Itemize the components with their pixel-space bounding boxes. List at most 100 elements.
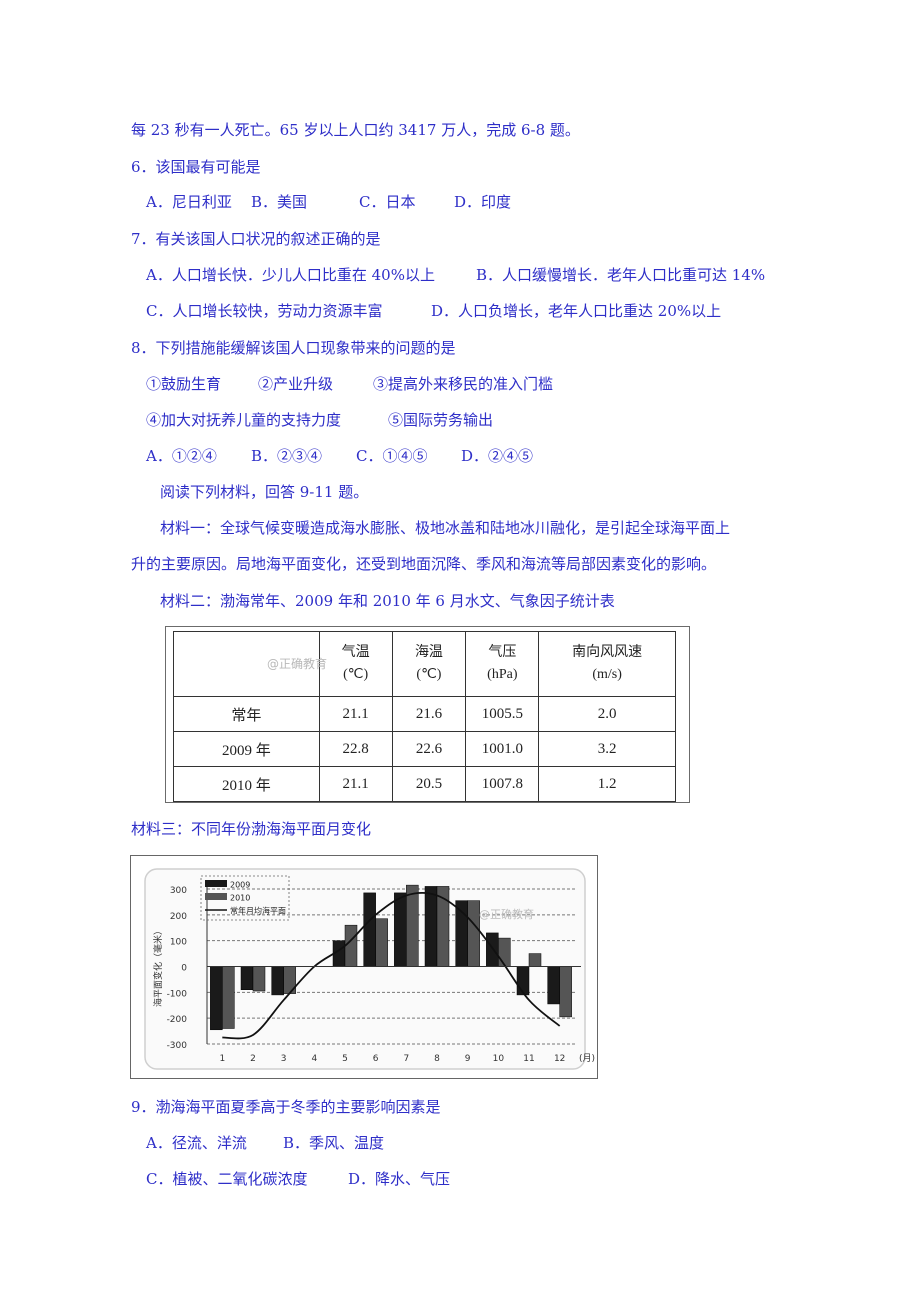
q7-option-a[interactable]: A．人口增长快．少儿人口比重在 40%以上 — [146, 265, 476, 285]
bar-2009 — [486, 932, 499, 967]
table-cell: 1.2 — [538, 766, 676, 802]
measure-1: ①鼓励生育 — [146, 375, 222, 393]
hydro-meteorological-table-frame: 气温 (℃) 海温 (℃) 气压 (hPa) 南向风风速 (m/s) 常年 21.1 2… — [165, 626, 690, 803]
q9-option-b[interactable]: B．季风、温度 — [283, 1133, 384, 1153]
bar-2010 — [498, 937, 511, 967]
chart-watermark: @正确教育 — [479, 907, 534, 921]
bar-2009 — [363, 892, 376, 967]
q7-option-d[interactable]: D．人口负增长，老年人口比重达 20%以上 — [431, 301, 721, 321]
x-tick-label: 12 — [554, 1054, 565, 1064]
table-cell: 21.1 — [318, 696, 393, 732]
q6-option-b[interactable]: B．美国 — [251, 192, 359, 212]
table-cell: 22.6 — [391, 731, 467, 767]
legend-swatch — [205, 880, 227, 887]
table-header-row: 气温 (℃) 海温 (℃) 气压 (hPa) 南向风风速 (m/s) — [173, 631, 676, 697]
q8-option-a[interactable]: A．①②④ — [146, 446, 251, 466]
material-2-title: 材料二：渤海常年、2009 年和 2010 年 6 月水文、气象因子统计表 — [160, 592, 615, 610]
y-tick-label: 300 — [170, 886, 187, 896]
table-cell: 1007.8 — [465, 766, 540, 802]
measure-5: ⑤国际劳务输出 — [388, 411, 494, 429]
question-7-options-row2: C．人口增长较快，劳动力资源丰富 D．人口负增长，老年人口比重达 20%以上 — [146, 301, 721, 321]
q8-option-b[interactable]: B．②③④ — [251, 446, 356, 466]
bar-2010 — [375, 918, 388, 967]
x-tick-label: 2 — [250, 1054, 256, 1064]
q6-option-d[interactable]: D．印度 — [454, 192, 511, 212]
question-6-options: A．尼日利亚 B．美国 C．日本 D．印度 — [146, 192, 511, 212]
sea-level-chart-frame: 300 200 100 0 -100 -200 -300 1 2 3 4 5 6 7 8 9 10 11 12 (月)… — [130, 855, 598, 1079]
bar-2009 — [516, 966, 530, 996]
bar-2009 — [271, 966, 284, 996]
x-tick-label: 7 — [403, 1054, 409, 1064]
table-cell: 22.8 — [318, 731, 393, 767]
q7-option-b[interactable]: B．人口缓慢增长．老年人口比重可达 14% — [476, 265, 765, 285]
table-row: 常年 21.1 21.6 1005.5 2.0 — [173, 696, 676, 732]
y-tick-label: 100 — [170, 938, 187, 948]
y-tick-label: -300 — [167, 1041, 188, 1051]
table-cell: 20.5 — [391, 766, 467, 802]
x-axis-label: (月) — [579, 1053, 595, 1064]
legend-label: 2009 — [230, 881, 250, 890]
bar-2010 — [528, 953, 542, 967]
question-8-options: A．①②④ B．②③④ C．①④⑤ D．②④⑤ — [146, 446, 533, 466]
intro-text: 每 23 秒有一人死亡。65 岁以上人口约 3417 万人，完成 6-8 题。 — [131, 121, 580, 139]
question-7-stem: 7．有关该国人口状况的叙述正确的是 — [131, 230, 381, 248]
x-tick-label: 9 — [465, 1054, 471, 1064]
hydro-meteorological-table: 气温 (℃) 海温 (℃) 气压 (hPa) 南向风风速 (m/s) 常年 21.1 2… — [173, 631, 676, 802]
bar-2010 — [406, 884, 419, 967]
bar-2009 — [424, 886, 438, 967]
x-tick-label: 1 — [219, 1054, 225, 1064]
q9-option-c[interactable]: C．植被、二氧化碳浓度 — [146, 1169, 348, 1189]
material-3-title: 材料三：不同年份渤海海平面月变化 — [131, 820, 372, 838]
bar-2010 — [252, 966, 266, 992]
table-cell: 1001.0 — [465, 731, 540, 767]
measure-4: ④加大对抚养儿童的支持力度 — [146, 411, 342, 429]
legend-label: 2010 — [230, 894, 250, 903]
x-tick-label: 11 — [523, 1054, 534, 1064]
question-8-stem: 8．下列措施能缓解该国人口现象带来的问题的是 — [131, 339, 456, 357]
x-tick-label: 5 — [342, 1054, 348, 1064]
q7-option-c[interactable]: C．人口增长较快，劳动力资源丰富 — [146, 301, 431, 321]
table-cell: 21.6 — [391, 696, 467, 732]
table-header-cell: 海温 (℃) — [391, 631, 467, 697]
bar-2009 — [210, 966, 223, 1031]
question-8-measures-row2: ④加大对抚养儿童的支持力度 ⑤国际劳务输出 — [146, 410, 493, 430]
x-tick-label: 3 — [281, 1054, 287, 1064]
y-tick-label: -100 — [167, 989, 188, 999]
bar-2009 — [240, 966, 254, 990]
x-tick-label: 4 — [311, 1054, 317, 1064]
question-6-stem: 6．该国最有可能是 — [131, 158, 261, 176]
table-row: 2009 年 22.8 22.6 1001.0 3.2 — [173, 731, 676, 767]
y-tick-label: 200 — [170, 912, 187, 922]
table-header-cell: 南向风风速 (m/s) — [538, 631, 676, 697]
reading-prompt: 阅读下列材料，回答 9-11 题。 — [160, 483, 369, 501]
row-label: 常年 — [173, 696, 320, 732]
x-tick-label: 8 — [434, 1054, 440, 1064]
bar-2010 — [344, 924, 358, 967]
bar-2009 — [547, 966, 560, 1005]
y-tick-label: 0 — [181, 964, 187, 974]
sea-level-chart: 3002001000-100-200-3001 2 3 4 5 6 7 8 9 10 11 12 (月)… — [144, 868, 595, 1070]
bar-2009 — [394, 892, 407, 967]
question-7-options-row1: A．人口增长快．少儿人口比重在 40%以上 B．人口缓慢增长．老年人口比重可达 1… — [146, 265, 765, 285]
q8-option-d[interactable]: D．②④⑤ — [461, 446, 533, 466]
q6-option-a[interactable]: A．尼日利亚 — [146, 192, 251, 212]
bar-2009 — [455, 900, 468, 967]
question-8-measures-row1: ①鼓励生育 ②产业升级 ③提高外来移民的准入门槛 — [146, 374, 553, 394]
q9-option-d[interactable]: D．降水、气压 — [348, 1169, 450, 1189]
table-cell: 2.0 — [538, 696, 676, 732]
question-9-options-row1: A．径流、洋流 B．季风、温度 — [146, 1133, 384, 1153]
table-row: 2010 年 21.1 20.5 1007.8 1.2 — [173, 766, 676, 802]
table-watermark: @正确教育 — [267, 657, 328, 671]
question-9-options-row2: C．植被、二氧化碳浓度 D．降水、气压 — [146, 1169, 450, 1189]
q6-option-c[interactable]: C．日本 — [359, 192, 454, 212]
bar-2010 — [467, 900, 480, 967]
q9-option-a[interactable]: A．径流、洋流 — [146, 1133, 283, 1153]
x-tick-label: 10 — [493, 1054, 505, 1064]
bar-2010 — [559, 966, 572, 1018]
y-axis-label: 海平面变化（毫米） — [152, 926, 164, 1007]
y-tick-label: -200 — [167, 1015, 188, 1025]
material-1-line-2: 升的主要原因。局地海平面变化，还受到地面沉降、季风和海流等局部因素变化的影响。 — [131, 555, 717, 573]
table-cell: 1005.5 — [465, 696, 540, 732]
table-cell: 3.2 — [538, 731, 676, 767]
q8-option-c[interactable]: C．①④⑤ — [356, 446, 461, 466]
